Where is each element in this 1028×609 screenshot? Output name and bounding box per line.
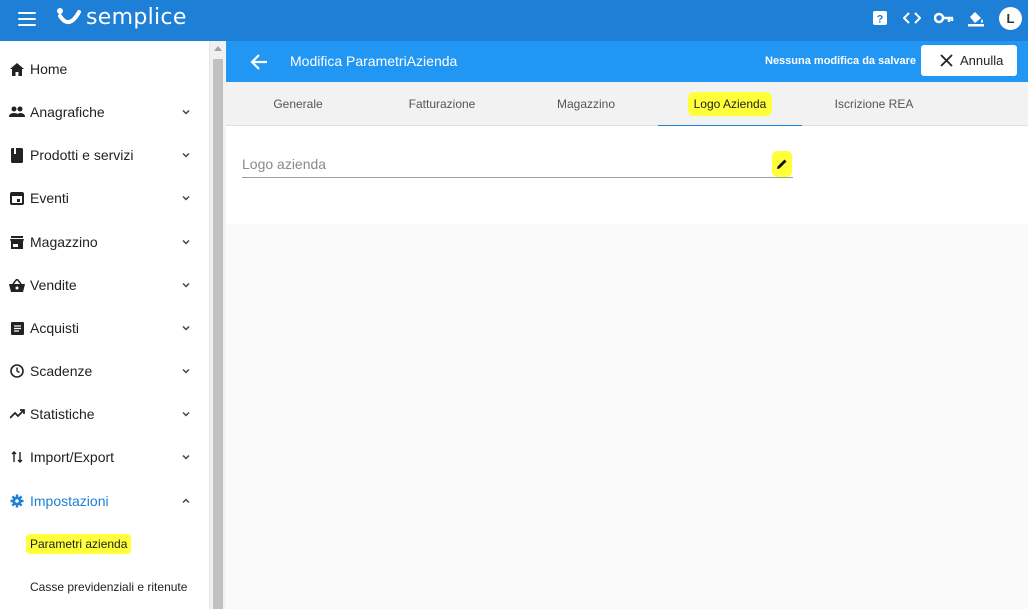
help-icon[interactable]: ? xyxy=(868,6,892,30)
sidebar-item-label: Statistiche xyxy=(30,406,95,422)
scroll-up-arrow-icon[interactable] xyxy=(214,46,222,51)
tab-label: Generale xyxy=(273,97,323,111)
sidebar-item-label: Import/Export xyxy=(30,449,115,465)
tab-logo-azienda[interactable]: Logo Azienda xyxy=(658,82,802,127)
chevron-down-icon xyxy=(182,109,190,115)
sidebar-item-impostazioni[interactable]: Impostazioni xyxy=(0,481,209,521)
sidebar-item-home[interactable]: Home xyxy=(0,49,209,89)
sidebar-item-label: Home xyxy=(30,61,68,77)
scrollbar-thumb[interactable] xyxy=(213,59,223,609)
tab-iscrizione-rea[interactable]: Iscrizione REA xyxy=(802,82,946,126)
sidebar-item-statistiche[interactable]: Statistiche xyxy=(0,394,209,434)
trending-up-icon xyxy=(9,406,25,422)
page-header: Modifica ParametriAzienda Nessuna modifi… xyxy=(226,41,1028,82)
sidebar-item-prodotti[interactable]: Prodotti e servizi xyxy=(0,135,209,175)
tab-label: Magazzino xyxy=(556,97,616,111)
sidebar-item-import-export[interactable]: Import/Export xyxy=(0,437,209,477)
chevron-down-icon xyxy=(182,152,190,158)
chevron-down-icon xyxy=(182,368,190,374)
chevron-down-icon xyxy=(182,195,190,201)
close-icon xyxy=(940,54,953,67)
menu-icon[interactable] xyxy=(18,12,36,26)
import-export-icon xyxy=(9,449,25,465)
sidebar-item-acquisti[interactable]: Acquisti xyxy=(0,308,209,348)
sidebar-item-label: Eventi xyxy=(30,190,69,206)
sidebar-subitem-parametri-azienda[interactable]: Parametri azienda xyxy=(0,527,209,561)
people-icon xyxy=(9,104,25,120)
user-avatar[interactable]: L xyxy=(999,6,1022,30)
sidebar-item-scadenze[interactable]: Scadenze xyxy=(0,351,209,391)
tab-magazzino[interactable]: Magazzino xyxy=(514,82,658,126)
sidebar-item-anagrafiche[interactable]: Anagrafiche xyxy=(0,92,209,132)
sidebar-item-label: Impostazioni xyxy=(30,493,109,509)
edit-logo-button[interactable] xyxy=(772,151,792,177)
chevron-down-icon xyxy=(182,282,190,288)
cancel-button-label: Annulla xyxy=(960,53,1004,68)
sidebar-item-vendite[interactable]: Vendite xyxy=(0,265,209,305)
top-app-bar: semplice ? L xyxy=(0,0,1028,41)
basket-icon xyxy=(9,277,25,293)
cancel-button[interactable]: Annulla xyxy=(921,45,1017,76)
clock-icon xyxy=(9,363,25,379)
page-title: Modifica ParametriAzienda xyxy=(290,53,458,69)
sidebar-subitem-label: Casse previdenziali e ritenute xyxy=(30,580,188,594)
pencil-icon xyxy=(777,159,787,169)
chevron-down-icon xyxy=(182,454,190,460)
main-content: Modifica ParametriAzienda Nessuna modifi… xyxy=(226,41,1028,609)
tab-fatturazione[interactable]: Fatturazione xyxy=(370,82,514,126)
sidebar-item-label: Magazzino xyxy=(30,234,98,250)
logo-field[interactable]: Logo azienda xyxy=(242,151,793,178)
paint-bucket-icon[interactable] xyxy=(964,6,988,30)
sidebar-item-label: Prodotti e servizi xyxy=(30,147,134,163)
tab-label: Iscrizione REA xyxy=(834,97,914,111)
chevron-down-icon xyxy=(182,325,190,331)
sidebar: Home Anagrafiche Prodotti e servizi Even… xyxy=(0,41,209,609)
sidebar-item-eventi[interactable]: Eventi xyxy=(0,178,209,218)
chevron-up-icon xyxy=(182,498,190,504)
brand-logo[interactable]: semplice xyxy=(56,4,187,30)
sidebar-subitem-label: Parametri azienda xyxy=(26,534,132,554)
key-icon[interactable] xyxy=(932,6,956,30)
sidebar-scrollbar[interactable] xyxy=(209,41,225,609)
tab-generale[interactable]: Generale xyxy=(226,82,370,126)
sidebar-item-label: Acquisti xyxy=(30,320,80,336)
form-card: Logo azienda xyxy=(226,126,1028,224)
gear-icon xyxy=(9,493,25,509)
chevron-down-icon xyxy=(182,411,190,417)
sidebar-subitem-casse-previdenziali[interactable]: Casse previdenziali e ritenute xyxy=(0,570,209,604)
tab-label: Fatturazione xyxy=(408,97,476,111)
code-icon[interactable] xyxy=(900,6,924,30)
sidebar-item-label: Scadenze xyxy=(30,363,93,379)
list-icon xyxy=(9,320,25,336)
logo-field-label: Logo azienda xyxy=(242,156,327,172)
tab-bar: Generale Fatturazione Magazzino Logo Azi… xyxy=(226,82,1028,127)
sidebar-item-magazzino[interactable]: Magazzino xyxy=(0,222,209,262)
book-icon xyxy=(9,147,25,163)
smile-logo-icon xyxy=(57,8,81,24)
store-icon xyxy=(9,234,25,250)
save-status: Nessuna modifica da salvare xyxy=(765,55,917,67)
svg-text:?: ? xyxy=(877,14,884,26)
sidebar-item-label: Vendite xyxy=(30,277,77,293)
chevron-down-icon xyxy=(182,239,190,245)
tab-label: Logo Azienda xyxy=(687,92,773,116)
back-arrow-icon[interactable] xyxy=(248,51,270,73)
brand-name: semplice xyxy=(86,4,187,30)
home-icon xyxy=(9,61,25,77)
sidebar-item-label: Anagrafiche xyxy=(30,104,105,120)
calendar-icon xyxy=(9,190,25,206)
